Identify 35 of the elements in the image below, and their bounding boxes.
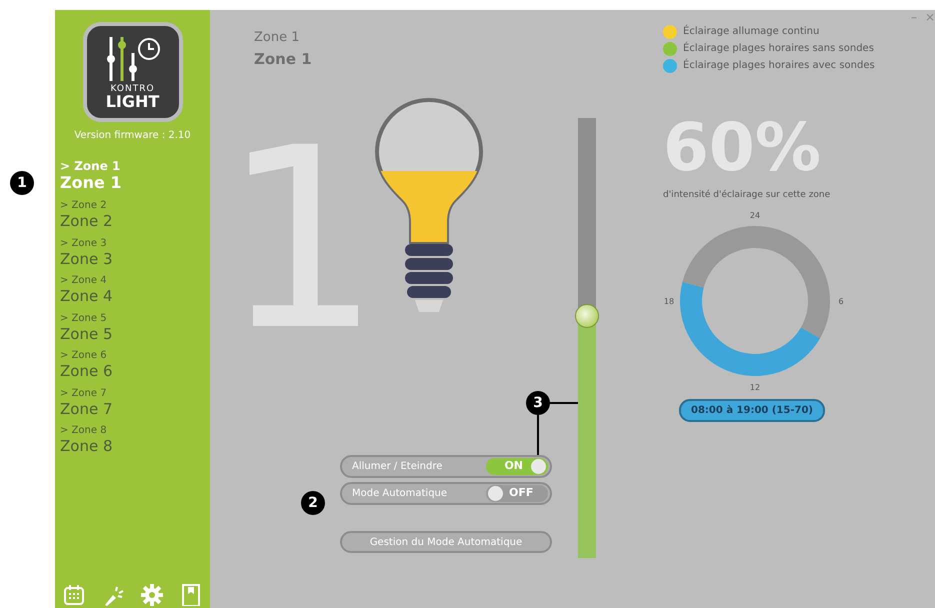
toggle-switch[interactable]: Mode Automatique OFF — [340, 482, 552, 505]
dial-label: 24 — [750, 210, 760, 220]
schedule-range-badge[interactable]: 08:00 à 19:00 (15-70) — [679, 398, 825, 422]
intensity-caption: d'intensité d'éclairage sur cette zone — [663, 189, 832, 202]
leader-line — [537, 415, 539, 455]
logo-text: LIGHT — [106, 94, 160, 110]
settings-icon[interactable] — [141, 584, 163, 606]
logo-text: KONTRO — [110, 85, 155, 94]
firmware-version: Version firmware : 2.10 — [73, 129, 192, 143]
close-button[interactable]: × — [924, 8, 935, 26]
zone-item[interactable]: > Zone 5 Zone 5 — [55, 312, 210, 344]
zone-item[interactable]: > Zone 8 Zone 8 — [55, 425, 210, 457]
leader-line — [550, 402, 578, 404]
legend-label: Éclairage plages horaires sans sondes — [683, 41, 874, 56]
wand-icon[interactable] — [102, 584, 124, 606]
slider-thumb[interactable] — [575, 304, 599, 328]
zone-item[interactable]: > Zone 4 Zone 4 — [55, 275, 210, 307]
minimize-button[interactable]: – — [910, 8, 917, 26]
manage-auto-mode-button[interactable]: Gestion du Mode Automatique — [340, 531, 552, 553]
legend-label: Éclairage allumage continu — [683, 24, 820, 39]
dial-label: 6 — [838, 296, 844, 306]
callout-marker: 1 — [10, 171, 34, 195]
zone-title: Zone 1 — [254, 48, 313, 70]
legend-label: Éclairage plages horaires avec sondes — [683, 58, 875, 73]
dial-label: 12 — [750, 382, 760, 392]
dial-label: 18 — [664, 296, 674, 306]
calendar-icon[interactable] — [63, 584, 85, 606]
document-icon[interactable] — [180, 584, 202, 606]
zone-item[interactable]: > Zone 3 Zone 3 — [55, 238, 210, 270]
zone-item[interactable]: > Zone 2 Zone 2 — [55, 200, 210, 232]
zone-item[interactable]: > Zone 7 Zone 7 — [55, 388, 210, 420]
zone-label: Zone 1 — [254, 29, 300, 47]
toggle-switch[interactable]: Allumer / Eteindre ON — [340, 455, 552, 478]
zone-item[interactable]: > Zone 1 Zone 1 — [55, 159, 210, 194]
zone-item[interactable]: > Zone 6 Zone 6 — [55, 350, 210, 382]
